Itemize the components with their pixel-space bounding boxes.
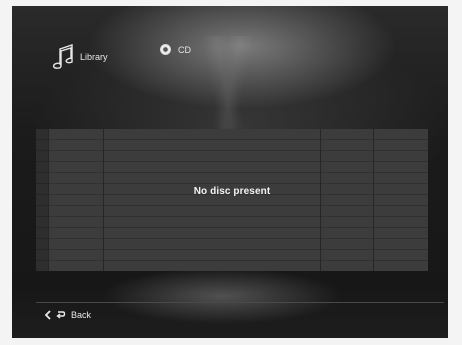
music-note-icon xyxy=(50,42,78,72)
column-divider xyxy=(320,129,321,271)
track-table: No disc present xyxy=(36,129,428,271)
table-index-column xyxy=(36,129,48,271)
media-player-screen: Library CD No disc present Back xyxy=(12,6,448,338)
back-button[interactable]: Back xyxy=(44,310,91,320)
return-arrow-icon xyxy=(56,311,66,319)
chevron-left-icon xyxy=(44,310,51,320)
footer-divider xyxy=(36,302,444,303)
column-divider xyxy=(373,129,374,271)
nav-cd-label: CD xyxy=(178,44,191,55)
empty-state-message: No disc present xyxy=(193,186,271,197)
nav-library[interactable]: Library xyxy=(50,42,108,72)
cd-disc-icon xyxy=(160,44,171,55)
column-divider xyxy=(103,129,104,271)
nav-cd[interactable]: CD xyxy=(160,44,191,55)
nav-library-label: Library xyxy=(80,52,108,62)
back-label: Back xyxy=(71,310,92,320)
column-divider xyxy=(48,129,49,271)
